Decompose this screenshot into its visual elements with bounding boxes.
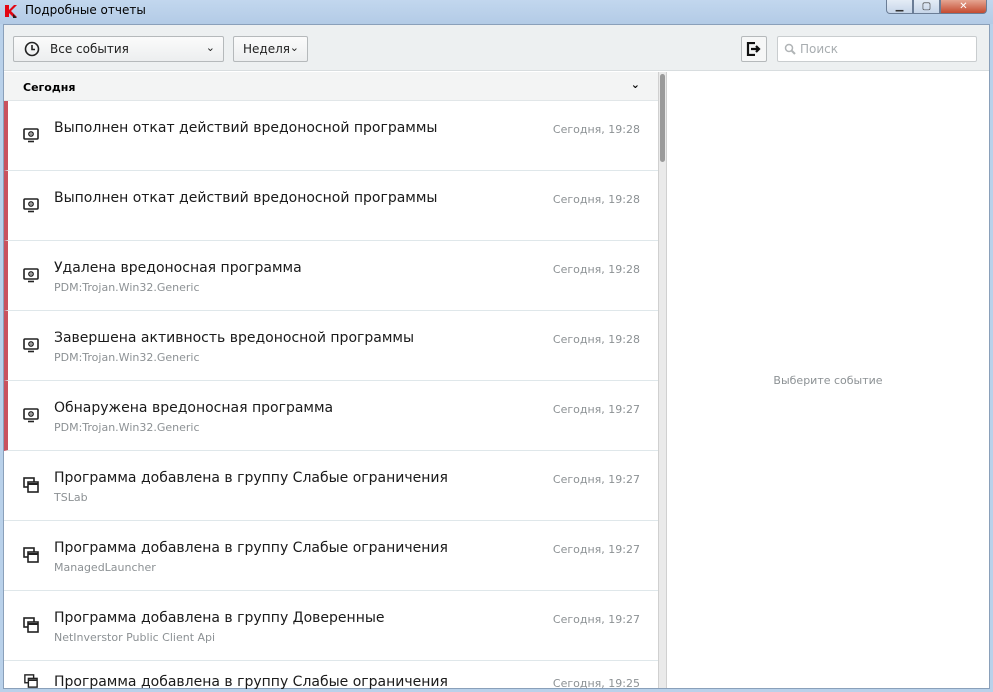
details-panel: Выберите событие	[667, 72, 989, 688]
group-header-today[interactable]: Сегодня ⌄	[4, 72, 658, 101]
event-title: Удалена вредоносная программа	[54, 260, 302, 276]
search-placeholder: Поиск	[800, 42, 839, 56]
event-subtitle: TSLab	[54, 491, 88, 504]
monitor-eye-icon	[23, 407, 39, 423]
event-subtitle: PDM:Trojan.Win32.Generic	[54, 281, 200, 294]
monitor-eye-icon	[23, 197, 39, 213]
windows-icon	[23, 673, 39, 688]
event-title: Программа добавлена в группу Доверенные	[54, 610, 385, 626]
event-subtitle: NetInverstor Public Client Api	[54, 631, 216, 644]
event-title: Программа добавлена в группу Слабые огра…	[54, 674, 448, 690]
group-label: Сегодня	[23, 81, 76, 94]
title-bar: Подробные отчеты ▁ ▢ ✕	[0, 0, 993, 24]
event-title: Программа добавлена в группу Слабые огра…	[54, 540, 448, 556]
event-row[interactable]: Выполнен откат действий вредоносной прог…	[4, 171, 658, 241]
event-title: Завершена активность вредоносной програм…	[54, 330, 415, 346]
export-icon	[746, 42, 761, 56]
event-time: Сегодня, 19:27	[552, 473, 640, 486]
close-button[interactable]: ✕	[940, 0, 987, 14]
event-row[interactable]: Программа добавлена в группу Слабые огра…	[4, 661, 658, 690]
monitor-eye-icon	[23, 127, 39, 143]
event-list: Сегодня ⌄ Выполнен откат действий вредон…	[4, 72, 658, 690]
event-title: Программа добавлена в группу Слабые огра…	[54, 470, 448, 486]
event-time: Сегодня, 19:28	[552, 123, 640, 136]
windows-icon	[23, 547, 39, 563]
event-time: Сегодня, 19:28	[552, 263, 640, 276]
event-title: Выполнен откат действий вредоносной прог…	[54, 190, 438, 206]
windows-icon	[23, 617, 39, 633]
event-row[interactable]: Удалена вредоносная программа PDM:Trojan…	[4, 241, 658, 311]
event-filter-value: Все события	[50, 42, 129, 56]
event-row[interactable]: Завершена активность вредоносной програм…	[4, 311, 658, 381]
event-time: Сегодня, 19:25	[552, 677, 640, 690]
windows-icon	[23, 477, 39, 493]
event-time: Сегодня, 19:28	[552, 333, 640, 346]
chevron-down-icon: ⌄	[630, 78, 640, 91]
search-input[interactable]: Поиск	[777, 36, 977, 62]
chevron-down-icon: ⌄	[289, 41, 299, 54]
clock-icon	[24, 41, 40, 57]
event-row[interactable]: Обнаружена вредоносная программа PDM:Tro…	[4, 381, 658, 451]
event-row[interactable]: Выполнен откат действий вредоносной прог…	[4, 101, 658, 171]
event-row[interactable]: Программа добавлена в группу Доверенные …	[4, 591, 658, 661]
details-placeholder: Выберите событие	[773, 374, 883, 387]
window-title: Подробные отчеты	[25, 3, 146, 17]
scrollbar[interactable]	[658, 72, 667, 688]
event-title: Обнаружена вредоносная программа	[54, 400, 334, 416]
maximize-button[interactable]: ▢	[913, 0, 940, 14]
reports-window: Все события ⌄ Неделя ⌄ Поиск Сегодня ⌄ В…	[3, 24, 990, 690]
monitor-eye-icon	[23, 337, 39, 353]
period-filter-dropdown[interactable]: Неделя ⌄	[233, 36, 308, 62]
event-time: Сегодня, 19:27	[552, 543, 640, 556]
kaspersky-logo-icon	[5, 5, 17, 18]
monitor-eye-icon	[23, 267, 39, 283]
minimize-button[interactable]: ▁	[886, 0, 913, 14]
period-filter-value: Неделя	[243, 42, 290, 56]
event-row[interactable]: Программа добавлена в группу Слабые огра…	[4, 451, 658, 521]
event-subtitle: PDM:Trojan.Win32.Generic	[54, 421, 200, 434]
event-subtitle: PDM:Trojan.Win32.Generic	[54, 351, 200, 364]
search-icon	[784, 43, 796, 55]
chevron-down-icon: ⌄	[205, 41, 215, 54]
event-title: Выполнен откат действий вредоносной прог…	[54, 120, 438, 136]
scrollbar-thumb[interactable]	[660, 74, 665, 162]
event-time: Сегодня, 19:27	[552, 613, 640, 626]
event-time: Сегодня, 19:28	[552, 193, 640, 206]
event-filter-dropdown[interactable]: Все события ⌄	[13, 36, 224, 62]
toolbar: Все события ⌄ Неделя ⌄ Поиск	[4, 25, 989, 71]
event-time: Сегодня, 19:27	[552, 403, 640, 416]
event-subtitle: ManagedLauncher	[54, 561, 156, 574]
event-row[interactable]: Программа добавлена в группу Слабые огра…	[4, 521, 658, 591]
export-button[interactable]	[741, 36, 767, 62]
